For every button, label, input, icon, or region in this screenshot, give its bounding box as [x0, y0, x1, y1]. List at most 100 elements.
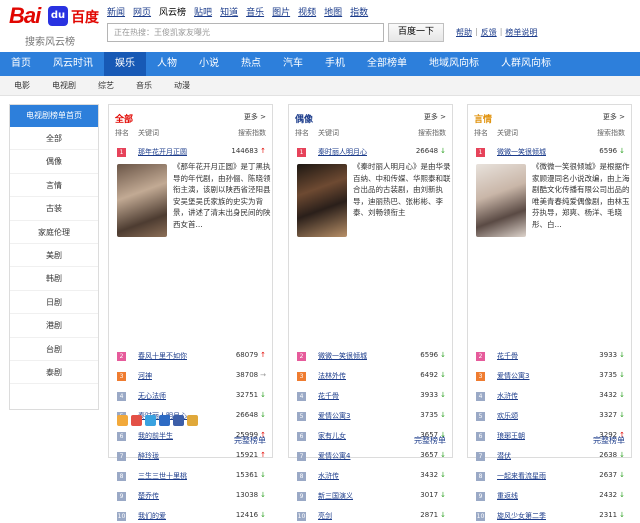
keyword-link[interactable]: 水浒传	[497, 391, 518, 401]
subnav-item[interactable]: 综艺	[98, 76, 114, 95]
table-row[interactable]: 9 重返线 2432 ↓	[468, 489, 631, 503]
table-row[interactable]: 9 新三国演义 3017 ↓	[289, 489, 452, 503]
share-icon[interactable]	[145, 415, 156, 426]
table-row[interactable]: 1 秦时丽人明月心 26648 ↓	[289, 145, 452, 159]
table-row[interactable]: 4 花千骨 3933 ↓	[289, 389, 452, 403]
table-row[interactable]: 2 春风十里不如你 68079 ↑	[109, 349, 272, 363]
table-row[interactable]: 1 微微一笑很倾城 6596 ↓	[468, 145, 631, 159]
share-icon[interactable]	[117, 415, 128, 426]
sidebar-header[interactable]: 电视剧榜单首页	[10, 105, 98, 127]
top-link[interactable]: 网页	[133, 5, 151, 18]
keyword-link[interactable]: 醉玲珑	[138, 451, 159, 461]
top-link[interactable]: 指数	[350, 5, 368, 18]
sidebar-item[interactable]: 台剧	[10, 338, 98, 361]
keyword-link[interactable]: 爱情公寓4	[318, 451, 350, 461]
keyword-link[interactable]: 花千骨	[318, 391, 339, 401]
sidebar-item[interactable]: 日剧	[10, 291, 98, 315]
sidebar-item[interactable]: 古装	[10, 197, 98, 221]
table-row[interactable]: 7 潜伏 2638 ↓	[468, 449, 631, 463]
sidebar-item[interactable]: 偶像	[10, 150, 98, 174]
keyword-link[interactable]: 无心法师	[138, 391, 166, 401]
share-icon[interactable]	[131, 415, 142, 426]
nav-item[interactable]: 人群风向标	[490, 52, 562, 76]
keyword-link[interactable]: 那年花开月正圆	[138, 147, 187, 157]
sidebar-item[interactable]: 韩剧	[10, 267, 98, 291]
table-row[interactable]: 4 无心法师 32751 ↓	[109, 389, 272, 403]
nav-item[interactable]: 地域风向标	[418, 52, 490, 76]
table-row[interactable]: 8 水浒传 3432 ↓	[289, 469, 452, 483]
sidebar-item[interactable]: 泰剧	[10, 361, 98, 385]
keyword-link[interactable]: 重返线	[497, 491, 518, 501]
more-link[interactable]: 更多 >	[603, 112, 625, 122]
keyword-link[interactable]: 微微一笑很倾城	[318, 351, 367, 361]
keyword-link[interactable]: 我的前半生	[138, 431, 173, 441]
nav-item[interactable]: 全部榜单	[356, 52, 418, 76]
table-row[interactable]: 2 花千骨 3933 ↓	[468, 349, 631, 363]
sidebar-item[interactable]: 言情	[10, 174, 98, 198]
table-row[interactable]: 10 我们的爱 12416 ↓	[109, 509, 272, 523]
subnav-item[interactable]: 音乐	[136, 76, 152, 95]
table-row[interactable]: 9 楚乔传 13038 ↓	[109, 489, 272, 503]
table-row[interactable]: 3 河神 38708 →	[109, 369, 272, 383]
nav-item[interactable]: 汽车	[272, 52, 314, 76]
top-link[interactable]: 新闻	[107, 5, 125, 18]
keyword-link[interactable]: 一起来看流星雨	[497, 471, 546, 481]
help-link[interactable]: 反馈	[481, 27, 497, 38]
keyword-link[interactable]: 家有儿女	[318, 431, 346, 441]
nav-item[interactable]: 风云时讯	[42, 52, 104, 76]
keyword-link[interactable]: 潜伏	[497, 451, 511, 461]
table-row[interactable]: 10 旋风少女第二季 2311 ↓	[468, 509, 631, 523]
top-link[interactable]: 视频	[298, 5, 316, 18]
share-icon[interactable]	[187, 415, 198, 426]
keyword-link[interactable]: 花千骨	[497, 351, 518, 361]
table-row[interactable]: 2 微微一笑很倾城 6596 ↓	[289, 349, 452, 363]
table-row[interactable]: 5 爱情公寓3 3735 ↓	[289, 409, 452, 423]
table-row[interactable]: 8 三生三世十里桃 15361 ↓	[109, 469, 272, 483]
search-button[interactable]: 百度一下	[388, 23, 444, 42]
top-link[interactable]: 知道	[220, 5, 238, 18]
poster-image[interactable]	[297, 164, 347, 237]
sidebar-item[interactable]: 家庭伦理	[10, 221, 98, 244]
keyword-link[interactable]: 新三国演义	[318, 491, 353, 501]
subnav-item[interactable]: 动漫	[174, 76, 190, 95]
more-link[interactable]: 更多 >	[244, 112, 266, 122]
poster-image[interactable]	[476, 164, 526, 237]
table-row[interactable]: 7 醉玲珑 15921 ↑	[109, 449, 272, 463]
sidebar-item[interactable]: 全部	[10, 127, 98, 151]
table-row[interactable]: 8 一起来看流星雨 2637 ↓	[468, 469, 631, 483]
share-icon[interactable]	[173, 415, 184, 426]
table-row[interactable]: 5 欢乐颂 3327 ↓	[468, 409, 631, 423]
nav-item[interactable]: 小说	[188, 52, 230, 76]
keyword-link[interactable]: 爱情公寓3	[497, 371, 529, 381]
top-link[interactable]: 图片	[272, 5, 290, 18]
full-list-link[interactable]: 完整榜单	[414, 435, 446, 446]
baidu-logo[interactable]: Bai du 百度 搜索风云榜	[9, 3, 107, 48]
keyword-link[interactable]: 法林外传	[318, 371, 346, 381]
keyword-link[interactable]: 河神	[138, 371, 152, 381]
share-icon[interactable]	[159, 415, 170, 426]
more-link[interactable]: 更多 >	[424, 112, 446, 122]
table-row[interactable]: 3 爱情公寓3 3735 ↓	[468, 369, 631, 383]
help-link[interactable]: 榜单说明	[505, 27, 537, 38]
keyword-link[interactable]: 琅琊王朝	[497, 431, 525, 441]
table-row[interactable]: 4 水浒传 3432 ↓	[468, 389, 631, 403]
top-link[interactable]: 音乐	[246, 5, 264, 18]
keyword-link[interactable]: 三生三世十里桃	[138, 471, 187, 481]
table-row[interactable]: 1 那年花开月正圆 144683 ↑	[109, 145, 272, 159]
keyword-link[interactable]: 微微一笑很倾城	[497, 147, 546, 157]
full-list-link[interactable]: 完整榜单	[593, 435, 625, 446]
keyword-link[interactable]: 楚乔传	[138, 491, 159, 501]
keyword-link[interactable]: 春风十里不如你	[138, 351, 187, 361]
table-row[interactable]: 10 亮剑 2871 ↓	[289, 509, 452, 523]
top-link[interactable]: 贴吧	[194, 5, 212, 18]
nav-item[interactable]: 热点	[230, 52, 272, 76]
nav-item[interactable]: 娱乐	[104, 52, 146, 76]
top-link[interactable]: 风云榜	[159, 5, 186, 18]
table-row[interactable]: 3 法林外传 6492 ↓	[289, 369, 452, 383]
table-row[interactable]: 7 爱情公寓4 3657 ↓	[289, 449, 452, 463]
search-input[interactable]: 正在热搜：王俊凯家友曝光	[107, 23, 384, 42]
nav-item[interactable]: 首页	[0, 52, 42, 76]
keyword-link[interactable]: 我们的爱	[138, 511, 166, 521]
subnav-item[interactable]: 电视剧	[52, 76, 76, 95]
sidebar-item[interactable]: 港剧	[10, 314, 98, 338]
